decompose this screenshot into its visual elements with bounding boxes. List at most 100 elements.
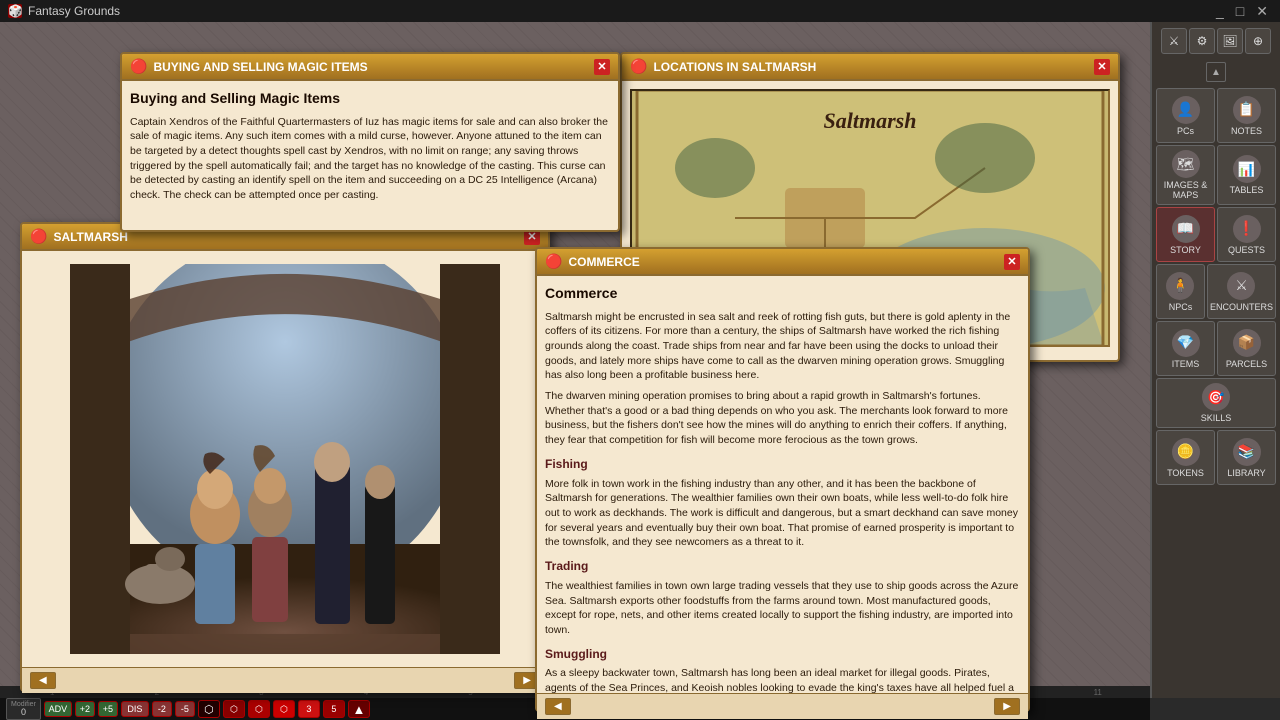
- app-icon: 🎲: [8, 4, 22, 18]
- parcels-icon: 📦: [1233, 329, 1261, 357]
- parcels-label: PARCELS: [1226, 359, 1267, 369]
- story-label: STORY: [1170, 245, 1201, 255]
- panel-buying-icon: 🔴: [130, 58, 147, 75]
- panel-buying-header[interactable]: 🔴 Buying and Selling Magic Items ✕: [122, 54, 618, 81]
- pcs-label: PCs: [1177, 126, 1194, 136]
- quests-label: QUESTS: [1228, 245, 1265, 255]
- npcs-label: NPCs: [1169, 302, 1193, 312]
- library-label: LIBRARY: [1227, 468, 1265, 478]
- encounters-icon: ⚔: [1227, 272, 1255, 300]
- sidebar-btn-tables[interactable]: 📊 TABLES: [1217, 145, 1276, 205]
- minus5-btn[interactable]: -5: [175, 701, 195, 717]
- sidebar-btn-images[interactable]: 🗺 IMAGES & MAPS: [1156, 145, 1215, 205]
- dice-d6-5[interactable]: 5: [323, 700, 345, 718]
- panel-commerce-icon: 🔴: [545, 253, 562, 270]
- dice-d20-1[interactable]: ⬡: [198, 700, 220, 718]
- sidebar-icon-plus[interactable]: ⊕: [1245, 28, 1271, 54]
- app-title: 🎲 Fantasy Grounds: [8, 4, 120, 18]
- panel-locations-title: 🔴 LOCATIONS IN SALTMARSH: [630, 58, 816, 75]
- minimize-btn[interactable]: _: [1212, 3, 1228, 20]
- dice-triangle[interactable]: ▲: [348, 700, 370, 718]
- npcs-icon: 🧍: [1166, 272, 1194, 300]
- panel-saltmarsh-content: [22, 251, 548, 667]
- window-controls[interactable]: _ □ ✕: [1212, 3, 1272, 20]
- panel-saltmarsh: 🔴 Saltmarsh ✕: [20, 222, 550, 692]
- sidebar-arrow-up[interactable]: ▲: [1206, 62, 1226, 82]
- sidebar-btn-library[interactable]: 📚 LIBRARY: [1217, 430, 1276, 485]
- svg-text:Saltmarsh: Saltmarsh: [824, 108, 917, 133]
- library-icon: 📚: [1233, 438, 1261, 466]
- sidebar: ⚔ ⚙ 🖼 ⊕ ▲ 👤 PCs 📋 NOTES 🗺 IMAGES & MAPS: [1150, 22, 1280, 698]
- images-label: IMAGES & MAPS: [1159, 180, 1212, 200]
- sidebar-icon-gear[interactable]: ⚙: [1189, 28, 1215, 54]
- adv-btn[interactable]: ADV: [44, 701, 72, 717]
- dice-d6-3[interactable]: 3: [298, 700, 320, 718]
- panel-commerce-close[interactable]: ✕: [1004, 254, 1020, 270]
- sidebar-btn-pcs[interactable]: 👤 PCs: [1156, 88, 1215, 143]
- plus2-btn[interactable]: +2: [75, 701, 95, 717]
- sidebar-btn-story[interactable]: 📖 STORY: [1156, 207, 1215, 262]
- panel-buying-body: Captain Xendros of the Faithful Quarterm…: [130, 115, 610, 201]
- encounters-label: ENCOUNTERS: [1210, 302, 1273, 312]
- panel-commerce-next[interactable]: ▶: [994, 698, 1020, 715]
- panel-buying-title: 🔴 Buying and Selling Magic Items: [130, 58, 368, 75]
- sidebar-btn-items[interactable]: 💎 ITEMS: [1156, 321, 1215, 376]
- dis-btn[interactable]: DIS: [121, 701, 149, 717]
- commerce-para-2: The dwarven mining operation promises to…: [545, 389, 1020, 448]
- panel-saltmarsh-icon: 🔴: [30, 228, 47, 245]
- commerce-smuggling-heading: Smuggling: [545, 646, 1020, 663]
- dice-d20-3[interactable]: ⬡: [248, 700, 270, 718]
- panel-locations-close[interactable]: ✕: [1094, 59, 1110, 75]
- main-area: 🔴 Buying and Selling Magic Items ✕ Buyin…: [0, 22, 1280, 720]
- sidebar-row-tokens-library: 🪙 TOKENS 📚 LIBRARY: [1156, 430, 1276, 485]
- panel-commerce-title: 🔴 Commerce: [545, 253, 640, 270]
- panel-commerce-nav[interactable]: ◀ ▶: [537, 693, 1028, 719]
- dice-d20-4[interactable]: ⬡: [273, 700, 295, 718]
- sidebar-btn-notes[interactable]: 📋 NOTES: [1217, 88, 1276, 143]
- commerce-trading-para: The wealthiest families in town own larg…: [545, 579, 1020, 638]
- tables-icon: 📊: [1233, 155, 1261, 183]
- modifier-value: 0: [21, 708, 26, 717]
- panel-commerce-header[interactable]: 🔴 Commerce ✕: [537, 249, 1028, 276]
- maximize-btn[interactable]: □: [1232, 3, 1248, 20]
- commerce-fishing-heading: Fishing: [545, 456, 1020, 473]
- sidebar-btn-tokens[interactable]: 🪙 TOKENS: [1156, 430, 1215, 485]
- ruler-11: 11: [1045, 688, 1150, 697]
- items-icon: 💎: [1172, 329, 1200, 357]
- sidebar-row-story-quests: 📖 STORY ❗ QUESTS: [1156, 207, 1276, 262]
- commerce-fishing-para: More folk in town work in the fishing in…: [545, 477, 1020, 550]
- commerce-trading-heading: Trading: [545, 558, 1020, 575]
- pcs-icon: 👤: [1172, 96, 1200, 124]
- panel-buying-heading: Buying and Selling Magic Items: [130, 89, 610, 109]
- sidebar-btn-npcs[interactable]: 🧍 NPCs: [1156, 264, 1205, 319]
- sidebar-btn-parcels[interactable]: 📦 PARCELS: [1217, 321, 1276, 376]
- close-btn[interactable]: ✕: [1252, 3, 1272, 20]
- panel-commerce-prev[interactable]: ◀: [545, 698, 571, 715]
- panel-saltmarsh-nav[interactable]: ◀ ▶: [22, 667, 548, 693]
- sidebar-btn-quests[interactable]: ❗ QUESTS: [1217, 207, 1276, 262]
- commerce-smuggling-para: As a sleepy backwater town, Saltmarsh ha…: [545, 666, 1020, 693]
- sidebar-btn-skills[interactable]: 🎯 SKILLS: [1156, 378, 1276, 428]
- dice-d20-2[interactable]: ⬡: [223, 700, 245, 718]
- skills-label: SKILLS: [1201, 413, 1232, 423]
- sidebar-icon-sword[interactable]: ⚔: [1161, 28, 1187, 54]
- title-bar: 🎲 Fantasy Grounds _ □ ✕: [0, 0, 1280, 22]
- sidebar-icon-image[interactable]: 🖼: [1217, 28, 1243, 54]
- notes-label: NOTES: [1231, 126, 1262, 136]
- plus5-btn[interactable]: +5: [98, 701, 118, 717]
- panel-buying-close[interactable]: ✕: [594, 59, 610, 75]
- panel-saltmarsh-prev[interactable]: ◀: [30, 672, 56, 689]
- sidebar-btn-encounters[interactable]: ⚔ ENCOUNTERS: [1207, 264, 1276, 319]
- images-icon: 🗺: [1172, 150, 1200, 178]
- sidebar-top-icons: ⚔ ⚙ 🖼 ⊕: [1156, 26, 1276, 56]
- skills-icon: 🎯: [1202, 383, 1230, 411]
- quests-icon: ❗: [1233, 215, 1261, 243]
- minus2-btn[interactable]: -2: [152, 701, 172, 717]
- sidebar-row-npcs-encounters: 🧍 NPCs ⚔ ENCOUNTERS: [1156, 264, 1276, 319]
- panel-buying: 🔴 Buying and Selling Magic Items ✕ Buyin…: [120, 52, 620, 232]
- story-icon: 📖: [1172, 215, 1200, 243]
- panel-locations-header[interactable]: 🔴 LOCATIONS IN SALTMARSH ✕: [622, 54, 1118, 81]
- panel-saltmarsh-title: 🔴 Saltmarsh: [30, 228, 128, 245]
- character-art-container: [26, 255, 544, 663]
- notes-icon: 📋: [1233, 96, 1261, 124]
